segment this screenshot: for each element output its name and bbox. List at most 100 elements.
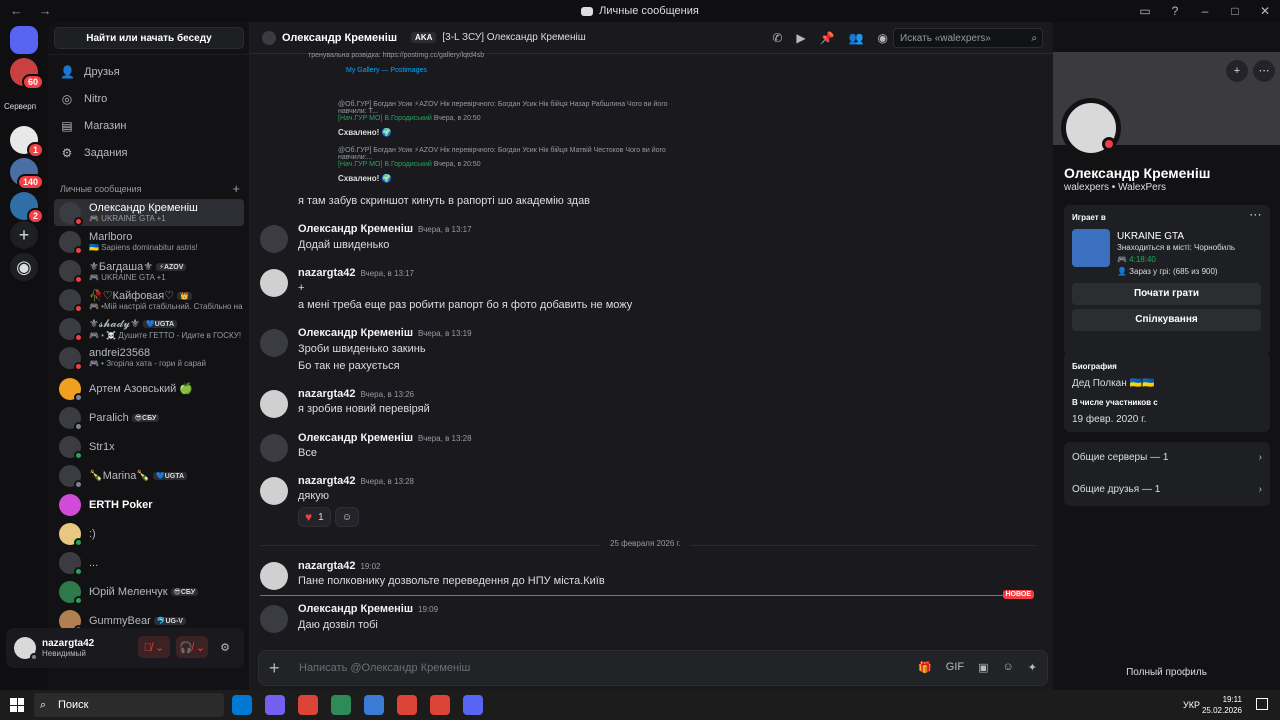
add-reaction-button[interactable]: ☺ (334, 507, 359, 527)
message-author[interactable]: Олександр Кременіш (298, 327, 413, 339)
clock[interactable]: 19:11 25.02.2026 (1202, 694, 1242, 716)
play-button[interactable]: Почати грати (1072, 283, 1261, 305)
dm-item[interactable]: andrei23568 🎮 • Згоріла хата - гори й сар… (54, 344, 244, 371)
avatar[interactable] (260, 269, 288, 297)
minimize-button[interactable]: – (1190, 0, 1220, 22)
reply-time: Вчера, в 20:50 (433, 161, 481, 168)
dm-item[interactable]: ⚜Багдаша⚜ ⚡AZOV 🎮 UKRAINE GTA +1 (54, 257, 244, 284)
video-call-icon[interactable]: ▶ (796, 31, 805, 45)
avatar[interactable] (260, 562, 288, 590)
dm-item[interactable]: 🥀♡Кайфовая♡ 👑 🎮 •Мій настрій стабільний. С… (54, 286, 244, 313)
server-icon[interactable]: 2 (10, 192, 44, 224)
message-author[interactable]: Олександр Кременіш (298, 603, 413, 615)
mutual-friends[interactable]: Общие друзья — 1 › (1072, 484, 1262, 495)
maximize-button[interactable]: □ (1220, 0, 1250, 22)
message-composer[interactable]: + Написать @Олександр Кременіш 🎁 GIF ▣ ☺… (258, 650, 1048, 686)
phone-call-icon[interactable]: ✆ (772, 31, 782, 45)
app-icon[interactable] (331, 695, 351, 715)
message-text: Зроби швиденько закинь (298, 343, 426, 355)
create-dm-icon[interactable]: + (232, 182, 240, 195)
user-profile-icon[interactable]: ◉ (878, 31, 888, 45)
chat-button[interactable]: Спілкування (1072, 309, 1261, 331)
pin-icon[interactable]: 📌 (820, 31, 835, 45)
dm-item[interactable]: Юрій Меленчук 😎СБУ (54, 578, 244, 605)
chrome-icon[interactable] (430, 695, 450, 715)
add-server-icon[interactable]: + (10, 221, 38, 249)
emoji-icon[interactable]: ☺ (1003, 661, 1014, 674)
app-icon[interactable] (364, 695, 384, 715)
inbox-icon[interactable]: ▭ (1130, 0, 1160, 22)
dm-item[interactable]: ⚜𝓼𝓱𝓪𝓭𝔂⚜ 💙UGTA 🎮 • ☠️ Душите ГЕТТО - Идите … (54, 315, 244, 342)
dm-item[interactable]: ERTH Poker (54, 491, 244, 518)
avatar[interactable] (1061, 98, 1121, 158)
help-icon[interactable]: ? (1160, 0, 1190, 22)
discord-icon[interactable] (463, 695, 483, 715)
window-title: Личные сообщения (0, 5, 1280, 17)
close-button[interactable]: ✕ (1250, 0, 1280, 22)
dm-item[interactable]: :) (54, 520, 244, 547)
settings-button[interactable]: ⚙ (214, 636, 236, 658)
sticker-icon[interactable]: ▣ (978, 661, 988, 674)
add-friends-icon[interactable]: 👥 (849, 31, 864, 45)
message-author[interactable]: Олександр Кременіш (298, 223, 413, 235)
mute-button[interactable]: 🎙̸ ⌄ (138, 636, 170, 658)
dm-item[interactable]: 🍾Marina🍾 💙UGTA (54, 462, 244, 489)
message-author[interactable]: nazargta42 (298, 560, 355, 572)
dm-activity: 🎮 • Згоріла хата - гори й сарай (89, 359, 206, 368)
dm-item[interactable]: Marlboro 🇺🇦 Sapiens dominabitur astris! (54, 228, 244, 255)
more-options-icon[interactable]: ⋯ (1253, 60, 1275, 82)
gift-icon[interactable]: 🎁 (918, 661, 932, 674)
mutual-servers[interactable]: Общие серверы — 1 › (1072, 452, 1262, 463)
find-conversation-button[interactable]: Найти или начать беседу (54, 27, 244, 49)
server-icon[interactable]: 60 (10, 58, 44, 90)
dm-item[interactable]: Артем Азовський 🍏 (54, 375, 244, 402)
full-profile-link[interactable]: Полный профиль (1053, 667, 1280, 678)
dm-item[interactable]: Str1x (54, 433, 244, 460)
more-icon[interactable]: ⋯ (1249, 207, 1262, 223)
notification-icon[interactable] (1256, 698, 1268, 710)
message-author[interactable]: nazargta42 (298, 388, 355, 400)
taskbar-search[interactable]: ⌕ Поиск (34, 693, 224, 717)
avatar[interactable] (260, 605, 288, 633)
windows-start-icon[interactable] (10, 698, 24, 712)
avatar[interactable] (260, 225, 288, 253)
avatar[interactable] (260, 390, 288, 418)
dm-item[interactable]: Олександр Кременіш 🎮 UKRAINE GTA +1 (54, 199, 244, 226)
dm-item[interactable]: Paralich 😎СБУ (54, 404, 244, 431)
avatar[interactable] (260, 329, 288, 357)
mutual-servers-label: Общие серверы — 1 (1072, 452, 1169, 463)
avatar[interactable] (260, 477, 288, 505)
gif-icon[interactable]: GIF (946, 661, 964, 674)
edge-icon[interactable] (232, 695, 252, 715)
home-button[interactable] (10, 26, 38, 54)
embed-link[interactable]: My Gallery — Postimages (346, 67, 668, 74)
language-indicator[interactable]: УКР (1183, 700, 1200, 710)
deafen-button[interactable]: 🎧̸ ⌄ (176, 636, 208, 658)
server-icon[interactable]: 1 (10, 126, 44, 158)
avatar[interactable] (260, 434, 288, 462)
chrome-icon[interactable] (397, 695, 417, 715)
reaction-heart[interactable]: ♥ 1 (298, 507, 331, 527)
dm-activity: 🎮 UKRAINE GTA +1 (89, 272, 166, 282)
server-folder-label[interactable]: Серверп (4, 102, 36, 111)
sidebar-item-quests[interactable]: ⚙ Задания (54, 141, 244, 165)
attach-icon[interactable]: + (269, 658, 280, 678)
sidebar-item-shop[interactable]: ▤ Магазин (54, 114, 244, 138)
search-placeholder: Искать «walexpers» (900, 33, 991, 44)
message-author[interactable]: nazargta42 (298, 267, 355, 279)
server-icon[interactable]: 140 (10, 158, 44, 190)
clan-tag: 💙UGTA (143, 320, 178, 329)
message-author[interactable]: nazargta42 (298, 475, 355, 487)
sidebar-item-nitro[interactable]: ◎ Nitro (54, 87, 244, 111)
avatar[interactable] (14, 637, 38, 661)
dm-item[interactable]: ... (54, 549, 244, 576)
status-invisible (30, 653, 38, 661)
viber-icon[interactable] (265, 695, 285, 715)
search-input[interactable]: Искать «walexpers» ⌕ (893, 28, 1043, 48)
apps-icon[interactable]: ✦ (1028, 661, 1037, 674)
sidebar-item-friends[interactable]: 👤 Друзья (54, 60, 244, 84)
discover-icon[interactable]: ◉ (10, 253, 38, 281)
add-friend-icon[interactable]: + (1226, 60, 1248, 82)
message-author[interactable]: Олександр Кременіш (298, 432, 413, 444)
chrome-icon[interactable] (298, 695, 318, 715)
